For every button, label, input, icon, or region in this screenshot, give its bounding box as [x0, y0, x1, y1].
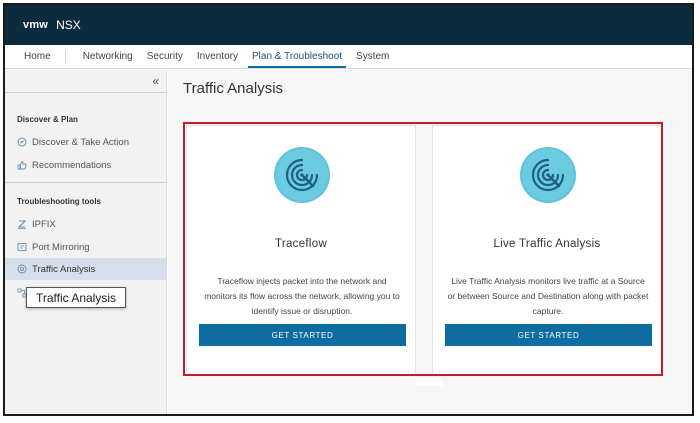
sidebar-item-recommendations[interactable]: Recommendations — [5, 154, 167, 176]
top-header: vmw NSX — [5, 5, 692, 45]
sidebar-item-port-mirroring[interactable]: Port Mirroring — [5, 236, 167, 258]
tab-system[interactable]: System — [349, 45, 396, 68]
tab-networking[interactable]: Networking — [76, 45, 140, 68]
tab-plan-troubleshoot-label: Plan & Troubleshoot — [251, 51, 343, 62]
sidebar-section-troubleshooting: Troubleshooting tools — [17, 197, 101, 206]
collapse-sidebar-icon[interactable]: « — [152, 74, 159, 88]
traffic-analysis-icon — [17, 264, 27, 274]
page-title: Traffic Analysis — [183, 80, 284, 97]
tab-security-label: Security — [146, 51, 183, 62]
tab-networking-label: Networking — [82, 51, 133, 62]
tab-home-label: Home — [24, 51, 51, 62]
app-window: vmw NSX Home Networking Security Invento… — [3, 3, 694, 416]
recommendations-icon — [17, 161, 27, 170]
tab-system-label: System — [356, 51, 390, 62]
highlight-box — [183, 122, 663, 376]
sidebar-item-label: Port Mirroring — [32, 241, 90, 253]
tab-security[interactable]: Security — [140, 45, 190, 68]
sidebar: « Discover & Plan Discover & Take Action… — [5, 70, 167, 414]
main-nav: Home Networking Security Inventory Plan … — [5, 45, 692, 69]
nav-divider — [64, 50, 66, 63]
card-seam — [416, 378, 442, 386]
sidebar-divider — [5, 92, 166, 93]
sidebar-item-label: IPFIX — [32, 218, 56, 230]
product-name: NSX — [56, 18, 81, 32]
sidebar-divider — [5, 182, 166, 183]
discover-icon — [17, 137, 27, 147]
tooltip: Traffic Analysis — [26, 287, 126, 308]
sidebar-item-discover-take-action[interactable]: Discover & Take Action — [5, 131, 167, 153]
ipfix-icon — [17, 220, 27, 229]
vmware-logo[interactable]: vmw — [23, 19, 48, 31]
port-mirroring-icon — [17, 243, 27, 251]
tab-inventory[interactable]: Inventory — [190, 45, 245, 68]
main-content: Traffic Analysis Traceflow Traceflow inj… — [168, 70, 692, 414]
tab-inventory-label: Inventory — [196, 51, 238, 62]
sidebar-item-traffic-analysis[interactable]: Traffic Analysis — [5, 258, 167, 280]
sidebar-section-discover-plan: Discover & Plan — [17, 115, 78, 124]
sidebar-item-ipfix[interactable]: IPFIX — [5, 213, 167, 235]
sidebar-item-label: Recommendations — [32, 159, 112, 171]
tab-home[interactable]: Home — [17, 45, 65, 68]
tab-plan-troubleshoot[interactable]: Plan & Troubleshoot — [245, 45, 349, 68]
sidebar-item-label: Traffic Analysis — [32, 263, 96, 275]
sidebar-item-label: Discover & Take Action — [32, 136, 129, 148]
